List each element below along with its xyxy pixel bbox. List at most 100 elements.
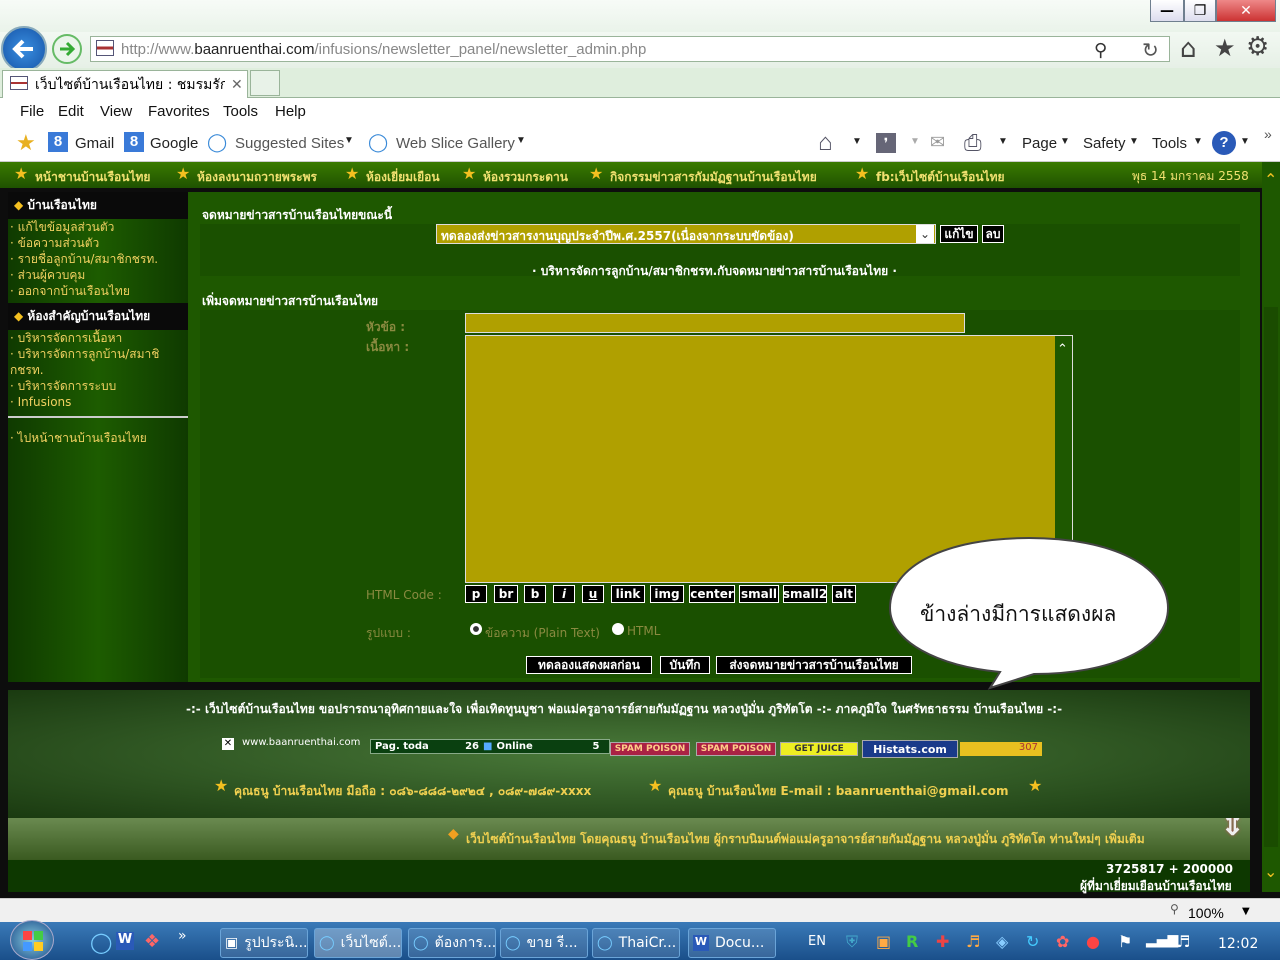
network-app-icon[interactable]: ◈	[996, 932, 1008, 951]
sidebar-item-home[interactable]: · ไปหน้าชานบ้านเรือนไทย	[8, 430, 188, 446]
taskbar-item[interactable]: ◯ ThaiCr...	[592, 928, 680, 958]
sync-icon[interactable]: ↻	[1026, 932, 1039, 951]
html-br-button[interactable]: br	[494, 585, 518, 603]
sidebar-item-infusions[interactable]: · Infusions	[8, 394, 188, 410]
back-button[interactable]	[1, 26, 47, 72]
html-alt-button[interactable]: alt	[832, 585, 856, 603]
media-quicklaunch-icon[interactable]: ❖	[144, 931, 160, 952]
home-small-icon[interactable]: ⌂	[818, 129, 833, 157]
sidebar-item-content-admin[interactable]: · บริหารจัดการเนื้อหา	[8, 330, 188, 346]
close-box-icon[interactable]: ✕	[222, 738, 234, 750]
sidebar-item-private-messages[interactable]: · ข้อความส่วนตัว	[8, 235, 188, 251]
html-small2-button[interactable]: small2	[783, 585, 827, 603]
html-u-button[interactable]: u	[582, 585, 604, 603]
taskbar-item[interactable]: ◯ ขาย รี...	[500, 928, 588, 958]
fav-suggested-sites[interactable]: Suggested Sites	[235, 135, 344, 152]
network-signal-icon[interactable]: ▂▄▆	[1146, 932, 1178, 948]
help-icon[interactable]: ?	[1212, 131, 1236, 155]
sidebar-item-system-admin[interactable]: · บริหารจัดการระบบ	[8, 378, 188, 394]
scroll-thumb[interactable]	[1264, 307, 1278, 847]
nav-facebook[interactable]: fb:เว็บไซต์บ้านเรือนไทย	[876, 168, 1005, 187]
save-button[interactable]: บันทึก	[660, 656, 710, 674]
spam-poison-badge[interactable]: SPAM POISON	[610, 742, 690, 756]
send-newsletter-button[interactable]: ส่งจดหมายข่าวสารบ้านเรือนไทย	[716, 656, 912, 674]
menu-help[interactable]: Help	[275, 103, 306, 120]
menu-view[interactable]: View	[100, 103, 132, 120]
taskbar-item[interactable]: ◯ ต้องการ...	[408, 928, 496, 958]
html-p-button[interactable]: p	[465, 585, 487, 603]
sidebar-item-member-admin[interactable]: · บริหารจัดการลูกบ้าน/สมาชิกชรท.	[8, 346, 186, 378]
html-i-button[interactable]: i	[553, 585, 575, 603]
nav-activities[interactable]: กิจกรรมข่าวสารกัมมัฏฐานบ้านเรือนไทย	[610, 168, 817, 187]
format-html-radio[interactable]	[612, 623, 624, 635]
get-juice-badge[interactable]: GET JUICE	[780, 742, 858, 756]
folder-icon[interactable]: ▣	[876, 932, 891, 951]
settings-gear-icon[interactable]: ⚙	[1246, 32, 1269, 62]
html-link-button[interactable]: link	[611, 585, 645, 603]
rss-feed-icon[interactable]: ❜	[876, 133, 896, 153]
nav-guestbook-royal[interactable]: ห้องลงนามถวายพระพร	[197, 168, 317, 187]
spam-poison-badge[interactable]: SPAM POISON	[696, 742, 776, 756]
histats-counter[interactable]: 307	[960, 742, 1042, 756]
menu-file[interactable]: File	[20, 103, 44, 120]
taskbar-item[interactable]: W Docu...	[688, 928, 776, 958]
scroll-up-icon[interactable]: ⌃	[1057, 342, 1068, 357]
menu-favorites[interactable]: Favorites	[148, 103, 210, 120]
scroll-up-icon[interactable]: ⌃	[1264, 170, 1277, 189]
refresh-icon[interactable]: ↻	[1142, 38, 1159, 62]
menu-edit[interactable]: Edit	[58, 103, 84, 120]
language-indicator[interactable]: EN	[808, 934, 826, 949]
zoom-level[interactable]: 100%	[1188, 905, 1224, 921]
chevron-right-icon[interactable]: »	[178, 928, 187, 944]
start-button[interactable]	[10, 920, 54, 960]
html-b-button[interactable]: b	[524, 585, 546, 603]
chevron-down-icon[interactable]: ▼	[1242, 906, 1250, 917]
site-logo[interactable]: www.baanruenthai.com	[242, 737, 360, 748]
print-icon[interactable]: ⎙	[964, 130, 982, 156]
edit-button[interactable]: แก้ไข	[940, 225, 978, 243]
fav-web-slice-gallery[interactable]: Web Slice Gallery	[396, 135, 515, 152]
record-icon[interactable]: ●	[1086, 932, 1100, 951]
html-img-button[interactable]: img	[650, 585, 684, 603]
sidebar-item-admin[interactable]: · ส่วนผู้ควบคุม	[8, 267, 188, 283]
fav-gmail[interactable]: Gmail	[75, 135, 114, 152]
scroll-down-icon[interactable]: ⌄	[1264, 862, 1277, 881]
speaker-muted-icon[interactable]: ♬	[966, 932, 980, 951]
address-bar[interactable]: http://www. baanruenthai.com/infusions/ne…	[90, 36, 1170, 62]
preview-button[interactable]: ทดลองแสดงผลก่อน	[526, 656, 652, 674]
new-tab-button[interactable]	[250, 70, 280, 96]
clock-time[interactable]: 12:02	[1218, 936, 1258, 952]
favorites-star-icon[interactable]: ★	[1214, 34, 1236, 62]
nav-forum[interactable]: ห้องรวมกระดาน	[483, 168, 568, 187]
subject-input[interactable]	[465, 313, 965, 333]
menu-tools[interactable]: Tools	[223, 103, 258, 120]
word-quicklaunch-icon[interactable]: W	[116, 932, 134, 950]
nav-home[interactable]: หน้าชานบ้านเรือนไทย	[35, 168, 150, 187]
format-plain-radio[interactable]	[470, 623, 482, 635]
sidebar-item-logout[interactable]: · ออกจากบ้านเรือนไทย	[8, 283, 188, 299]
home-icon[interactable]: ⌂	[1180, 34, 1197, 64]
forward-button[interactable]	[52, 34, 82, 64]
newsletter-select[interactable]: ทดลองส่งข่าวสารงานบุญประจำปีพ.ศ.2557(เนื…	[436, 224, 936, 244]
flag-icon[interactable]: ⚑	[1118, 932, 1132, 951]
safety-menu[interactable]: Safety	[1083, 135, 1126, 152]
shield-icon[interactable]: ⛨	[846, 932, 858, 952]
security-icon[interactable]: ✚	[936, 932, 949, 951]
select-dropdown-icon[interactable]: ⌄	[916, 225, 934, 243]
minimize-button[interactable]: —	[1150, 0, 1184, 22]
manage-members-link[interactable]: · บริหารจัดการลูกบ้าน/สมาชิกชรท.กับจดหมา…	[532, 262, 897, 281]
tab-close-icon[interactable]: ✕	[231, 77, 243, 93]
nav-visitors[interactable]: ห้องเยี่ยมเยือน	[366, 168, 440, 187]
favorites-star-add-icon[interactable]: ★	[16, 130, 36, 156]
sidebar-item-edit-profile[interactable]: · แก้ไขข้อมูลส่วนตัว	[8, 219, 188, 235]
html-small-button[interactable]: small	[739, 585, 779, 603]
browser-tab[interactable]: เว็บไซต์บ้านเรือนไทย : ชมรมรัก... ✕	[2, 70, 248, 98]
mail-icon[interactable]: ✉	[930, 132, 945, 153]
taskbar-item[interactable]: ▣ รูปประนิ...	[220, 928, 308, 958]
sidebar-item-member-list[interactable]: · รายชื่อลูกบ้าน/สมาชิกชรท.	[8, 251, 188, 267]
volume-icon[interactable]: ♬	[1176, 932, 1190, 951]
html-center-button[interactable]: center	[689, 585, 735, 603]
histats-badge[interactable]: Histats.com	[862, 740, 958, 758]
ie-quicklaunch-icon[interactable]: ◯	[90, 930, 112, 954]
taskbar-item-active[interactable]: ◯ เว็บไซต์...	[314, 928, 402, 958]
